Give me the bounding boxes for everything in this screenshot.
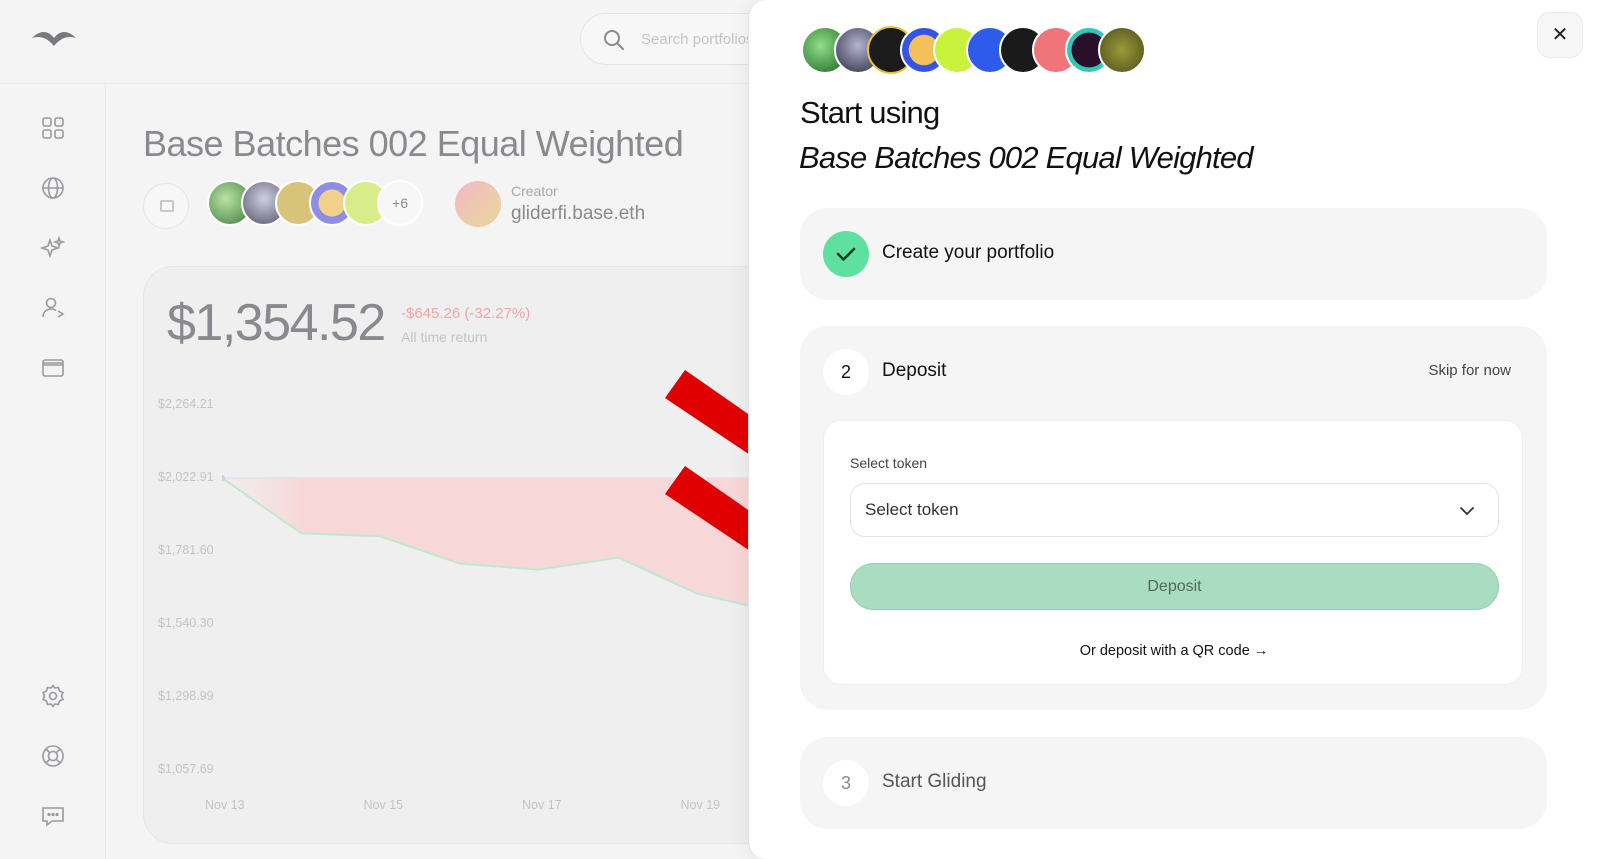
- wallet-icon[interactable]: [40, 355, 66, 381]
- close-button[interactable]: ✕: [1537, 12, 1583, 58]
- step-start-gliding: 3 Start Gliding: [800, 737, 1547, 829]
- step-number: 2: [823, 349, 869, 395]
- return-label: All time return: [401, 329, 488, 345]
- token-select[interactable]: Select token: [850, 483, 1499, 537]
- step-title: Deposit: [882, 360, 947, 381]
- step-number: 3: [823, 760, 869, 806]
- gear-icon[interactable]: [40, 683, 66, 709]
- select-token-label: Select token: [850, 455, 928, 471]
- creator-label: Creator: [511, 183, 558, 199]
- step-create-portfolio: Create your portfolio: [800, 208, 1547, 300]
- y-tick-label: $1,057.69: [158, 762, 214, 776]
- portfolio-value: $1,354.52: [167, 294, 386, 352]
- token-select-value: Select token: [865, 500, 959, 519]
- deposit-button[interactable]: Deposit: [850, 563, 1499, 610]
- y-tick-label: $2,264.21: [158, 397, 214, 411]
- creator-name[interactable]: gliderfi.base.eth: [511, 203, 645, 225]
- globe-icon[interactable]: [40, 175, 66, 201]
- chevron-down-icon: [1460, 507, 1474, 515]
- lifebuoy-icon[interactable]: [40, 743, 66, 769]
- checkmark-icon: [823, 231, 869, 277]
- x-tick-label: Nov 13: [205, 798, 245, 812]
- user-switch-icon[interactable]: [40, 295, 66, 321]
- token-icon: [1098, 26, 1146, 74]
- search-icon: [604, 30, 624, 50]
- archive-icon: [160, 200, 174, 212]
- qr-deposit-link[interactable]: Or deposit with a QR code →: [824, 643, 1524, 659]
- search-input[interactable]: Search portfolios: [641, 31, 754, 48]
- creator-avatar: [455, 181, 501, 227]
- return-change: -$645.26 (-32.27%): [401, 305, 531, 322]
- portfolio-title: Base Batches 002 Equal Weighted: [143, 123, 684, 164]
- x-tick-label: Nov 19: [680, 798, 721, 812]
- y-tick-label: $2,022.91: [158, 470, 214, 484]
- skip-for-now-link[interactable]: Skip for now: [1428, 362, 1511, 379]
- sidebar-divider: [105, 84, 106, 859]
- step-title: Start Gliding: [882, 771, 987, 792]
- step-deposit: 2 Deposit Skip for now Select token Sele…: [800, 326, 1547, 710]
- step-title: Create your portfolio: [882, 242, 1055, 263]
- y-tick-label: $1,781.60: [158, 543, 214, 557]
- modal-heading: Start using: [800, 95, 940, 130]
- more-tokens-badge: +6: [377, 180, 423, 226]
- deposit-form: Select token Select token Deposit Or dep…: [823, 420, 1523, 685]
- glider-logo[interactable]: [30, 26, 78, 50]
- dashboard-icon[interactable]: [40, 115, 66, 141]
- archive-button[interactable]: [143, 183, 189, 229]
- y-tick-label: $1,298.99: [158, 689, 214, 703]
- sparkles-icon[interactable]: [39, 235, 66, 261]
- modal-portfolio-name: Base Batches 002 Equal Weighted: [799, 140, 1254, 175]
- chat-icon[interactable]: [40, 803, 66, 829]
- x-tick-label: Nov 15: [363, 798, 404, 812]
- x-tick-label: Nov 17: [522, 798, 562, 812]
- y-tick-label: $1,540.30: [158, 616, 214, 630]
